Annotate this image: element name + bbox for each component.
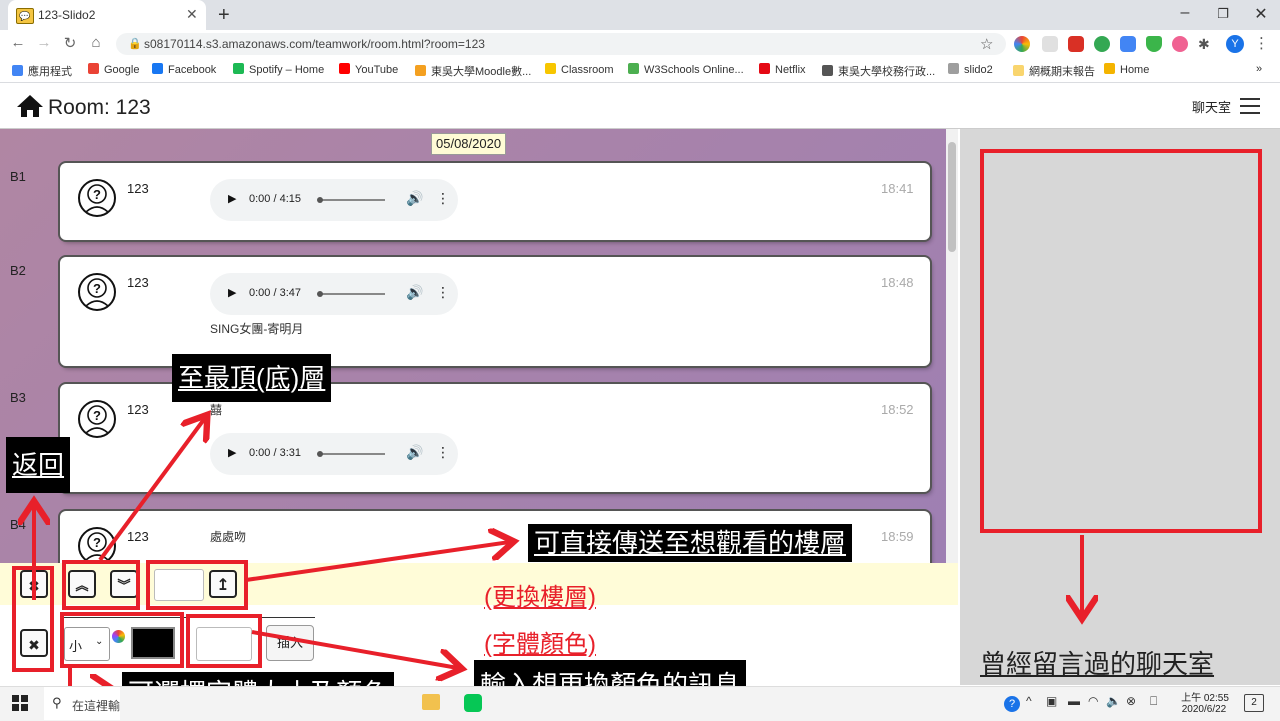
volume-icon[interactable]: 🔈	[1106, 694, 1121, 708]
annotation-back: 返回	[6, 437, 71, 493]
annotation-past-rooms: 曾經留言過的聊天室	[980, 649, 1215, 679]
mute-icon[interactable]: ⊗	[1126, 694, 1136, 708]
annotation-change-floor: (更換樓層)	[484, 584, 596, 611]
windows-start-icon[interactable]	[12, 695, 28, 711]
search-icon: ⚲	[52, 695, 62, 710]
line-app-icon[interactable]	[464, 694, 482, 712]
annotation-goto-floor: 可直接傳送至想觀看的樓層	[528, 524, 853, 562]
annotation-top-bottom: 至最頂(底)層	[172, 354, 332, 402]
annotation-font-color: (字體顏色)	[484, 631, 596, 658]
message-input-highlight	[186, 614, 262, 668]
tray-network-icon[interactable]: ▣	[1046, 694, 1057, 708]
clock-time[interactable]: 上午 02:55	[1180, 689, 1230, 704]
tray-chevron-up-icon[interactable]: ^	[1026, 694, 1032, 708]
notification-icon[interactable]: 2	[1244, 694, 1264, 712]
wifi-icon[interactable]: ◠	[1088, 694, 1098, 708]
clock-date[interactable]: 2020/6/22	[1176, 704, 1232, 715]
back-highlight	[12, 566, 54, 672]
file-explorer-icon[interactable]	[422, 694, 440, 710]
help-icon[interactable]: ?	[1004, 696, 1020, 712]
size-color-highlight	[60, 612, 184, 668]
battery-icon[interactable]: ▬	[1068, 694, 1080, 708]
language-icon[interactable]: ⎕	[1150, 694, 1157, 709]
goto-floor-highlight	[146, 560, 248, 610]
top-bottom-highlight	[62, 560, 140, 610]
taskbar-search-placeholder[interactable]: 在這裡輸入文字來搜尋	[72, 697, 120, 714]
